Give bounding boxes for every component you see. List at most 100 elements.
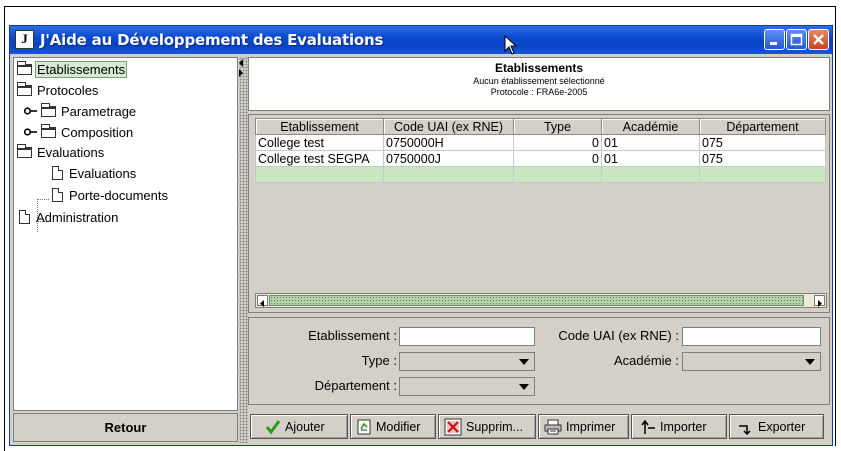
- academie-select[interactable]: [682, 352, 821, 371]
- cell-empty[interactable]: [255, 166, 384, 183]
- departement-select[interactable]: [399, 377, 535, 396]
- section-title: Etablissements: [494, 61, 584, 75]
- close-button[interactable]: [808, 29, 829, 50]
- left-arrow-icon: [260, 300, 264, 307]
- modifier-label: Modifier: [376, 419, 421, 434]
- new-entry-row[interactable]: [255, 166, 826, 183]
- tree-item-label: Etablissements: [35, 60, 128, 78]
- outer-frame-left: [4, 6, 5, 451]
- cell-type[interactable]: 0: [513, 134, 602, 151]
- action-toolbar: Ajouter Modifier Supprim... Imprimer Imp…: [248, 410, 830, 442]
- document-icon: [19, 210, 30, 224]
- tree-item-administration[interactable]: Administration: [19, 208, 120, 226]
- tree-item-label: Composition: [61, 124, 134, 140]
- edit-document-icon: [356, 419, 372, 435]
- column-header[interactable]: Code UAI (ex RNE): [383, 118, 514, 135]
- tree-item-evaluations-folder[interactable]: Evaluations: [17, 143, 106, 161]
- type-select[interactable]: [399, 352, 535, 371]
- collapse-left-icon[interactable]: [239, 59, 243, 67]
- cell-departement[interactable]: 075: [699, 134, 826, 151]
- tree-item-label: Parametrage: [61, 103, 137, 119]
- folder-icon: [17, 81, 32, 96]
- cell-empty[interactable]: [601, 166, 700, 183]
- expand-right-icon[interactable]: [239, 69, 243, 77]
- tree-item-label: Administration: [36, 209, 119, 225]
- minimize-icon: [770, 42, 777, 45]
- outer-frame-right: [835, 6, 836, 446]
- cell-etablissement[interactable]: College test: [255, 134, 384, 151]
- cell-code[interactable]: 0750000H: [383, 134, 514, 151]
- column-header[interactable]: Type: [513, 118, 602, 135]
- horizontal-scrollbar[interactable]: [255, 293, 827, 308]
- cell-type[interactable]: 0: [513, 150, 602, 167]
- tree-item-label: Porte-documents: [69, 187, 168, 203]
- cell-empty[interactable]: [383, 166, 514, 183]
- importer-button[interactable]: Importer: [631, 414, 727, 439]
- key-icon[interactable]: [24, 127, 37, 137]
- scrollbar-thumb[interactable]: [269, 295, 804, 306]
- code-uai-label: Code UAI (ex RNE) :: [558, 328, 679, 343]
- maximize-icon: [790, 33, 803, 46]
- type-label: Type :: [361, 353, 397, 368]
- cell-empty[interactable]: [513, 166, 602, 183]
- ajouter-button[interactable]: Ajouter: [250, 414, 348, 439]
- mouse-cursor-icon: [504, 35, 518, 55]
- checkmark-icon: [265, 419, 281, 435]
- tree-item-etablissements[interactable]: Etablissements: [17, 60, 128, 78]
- tree-item-evaluations[interactable]: Evaluations: [52, 164, 138, 182]
- selection-status: Aucun établissement sélectionné: [473, 76, 605, 86]
- app-window: J J'Aide au Développement des Evaluation…: [9, 25, 833, 446]
- retour-button[interactable]: Retour: [13, 413, 238, 442]
- scroll-right-button[interactable]: [814, 295, 825, 307]
- export-arrow-icon: [738, 419, 754, 435]
- maximize-button[interactable]: [786, 29, 807, 50]
- pane-splitter[interactable]: [239, 57, 248, 443]
- ajouter-label: Ajouter: [285, 419, 325, 434]
- cell-empty[interactable]: [699, 166, 826, 183]
- cell-code[interactable]: 0750000J: [383, 150, 514, 167]
- folder-icon: [17, 143, 32, 158]
- cell-academie[interactable]: 01: [601, 150, 700, 167]
- importer-label: Importer: [660, 419, 707, 434]
- tree-item-protocoles[interactable]: Protocoles: [17, 81, 100, 99]
- column-header[interactable]: Département: [699, 118, 826, 135]
- chevron-down-icon: [519, 384, 529, 390]
- etablissement-input[interactable]: [399, 327, 535, 346]
- chevron-down-icon: [805, 359, 815, 365]
- tree-item-composition[interactable]: Composition: [24, 123, 135, 141]
- modifier-button[interactable]: Modifier: [350, 414, 436, 439]
- table-header-row: Etablissement Code UAI (ex RNE) Type Aca…: [255, 118, 826, 135]
- exporter-button[interactable]: Exporter: [729, 414, 824, 439]
- table-row[interactable]: College test SEGPA 0750000J 0 01 075: [255, 150, 826, 167]
- title-bar[interactable]: J J'Aide au Développement des Evaluation…: [10, 26, 832, 54]
- cell-academie[interactable]: 01: [601, 134, 700, 151]
- scroll-left-button[interactable]: [257, 295, 268, 307]
- key-icon[interactable]: [24, 106, 37, 116]
- app-icon: J: [15, 30, 34, 49]
- etablissements-table: Etablissement Code UAI (ex RNE) Type Aca…: [255, 118, 826, 183]
- supprimer-label: Supprim...: [466, 419, 523, 434]
- etablissement-label: Etablissement :: [308, 328, 397, 343]
- tree-item-porte-documents[interactable]: Porte-documents: [52, 186, 170, 204]
- column-header[interactable]: Etablissement: [255, 118, 384, 135]
- folder-icon: [41, 123, 56, 138]
- etablissements-table-panel: Etablissement Code UAI (ex RNE) Type Aca…: [248, 114, 830, 313]
- minimize-button[interactable]: [764, 29, 785, 50]
- supprimer-button[interactable]: Supprim...: [438, 414, 536, 439]
- folder-icon: [41, 102, 56, 117]
- import-arrow-icon: [640, 419, 656, 435]
- folder-icon: [17, 60, 32, 75]
- column-header[interactable]: Académie: [601, 118, 700, 135]
- tree-connector: [37, 199, 49, 200]
- cell-departement[interactable]: 075: [699, 150, 826, 167]
- table-row[interactable]: College test 0750000H 0 01 075: [255, 134, 826, 151]
- protocol-label: Protocole : FRA6e-2005: [490, 87, 588, 97]
- code-uai-input[interactable]: [682, 327, 821, 346]
- cell-etablissement[interactable]: College test SEGPA: [255, 150, 384, 167]
- departement-label: Département :: [314, 378, 397, 393]
- tree-item-parametrage[interactable]: Parametrage: [24, 102, 138, 120]
- tree-item-label: Evaluations: [37, 144, 105, 160]
- navigation-tree: Etablissements Protocoles Parametrage Co…: [13, 57, 238, 411]
- imprimer-button[interactable]: Imprimer: [538, 414, 629, 439]
- edit-form: Etablissement : Code UAI (ex RNE) : Type…: [248, 317, 830, 405]
